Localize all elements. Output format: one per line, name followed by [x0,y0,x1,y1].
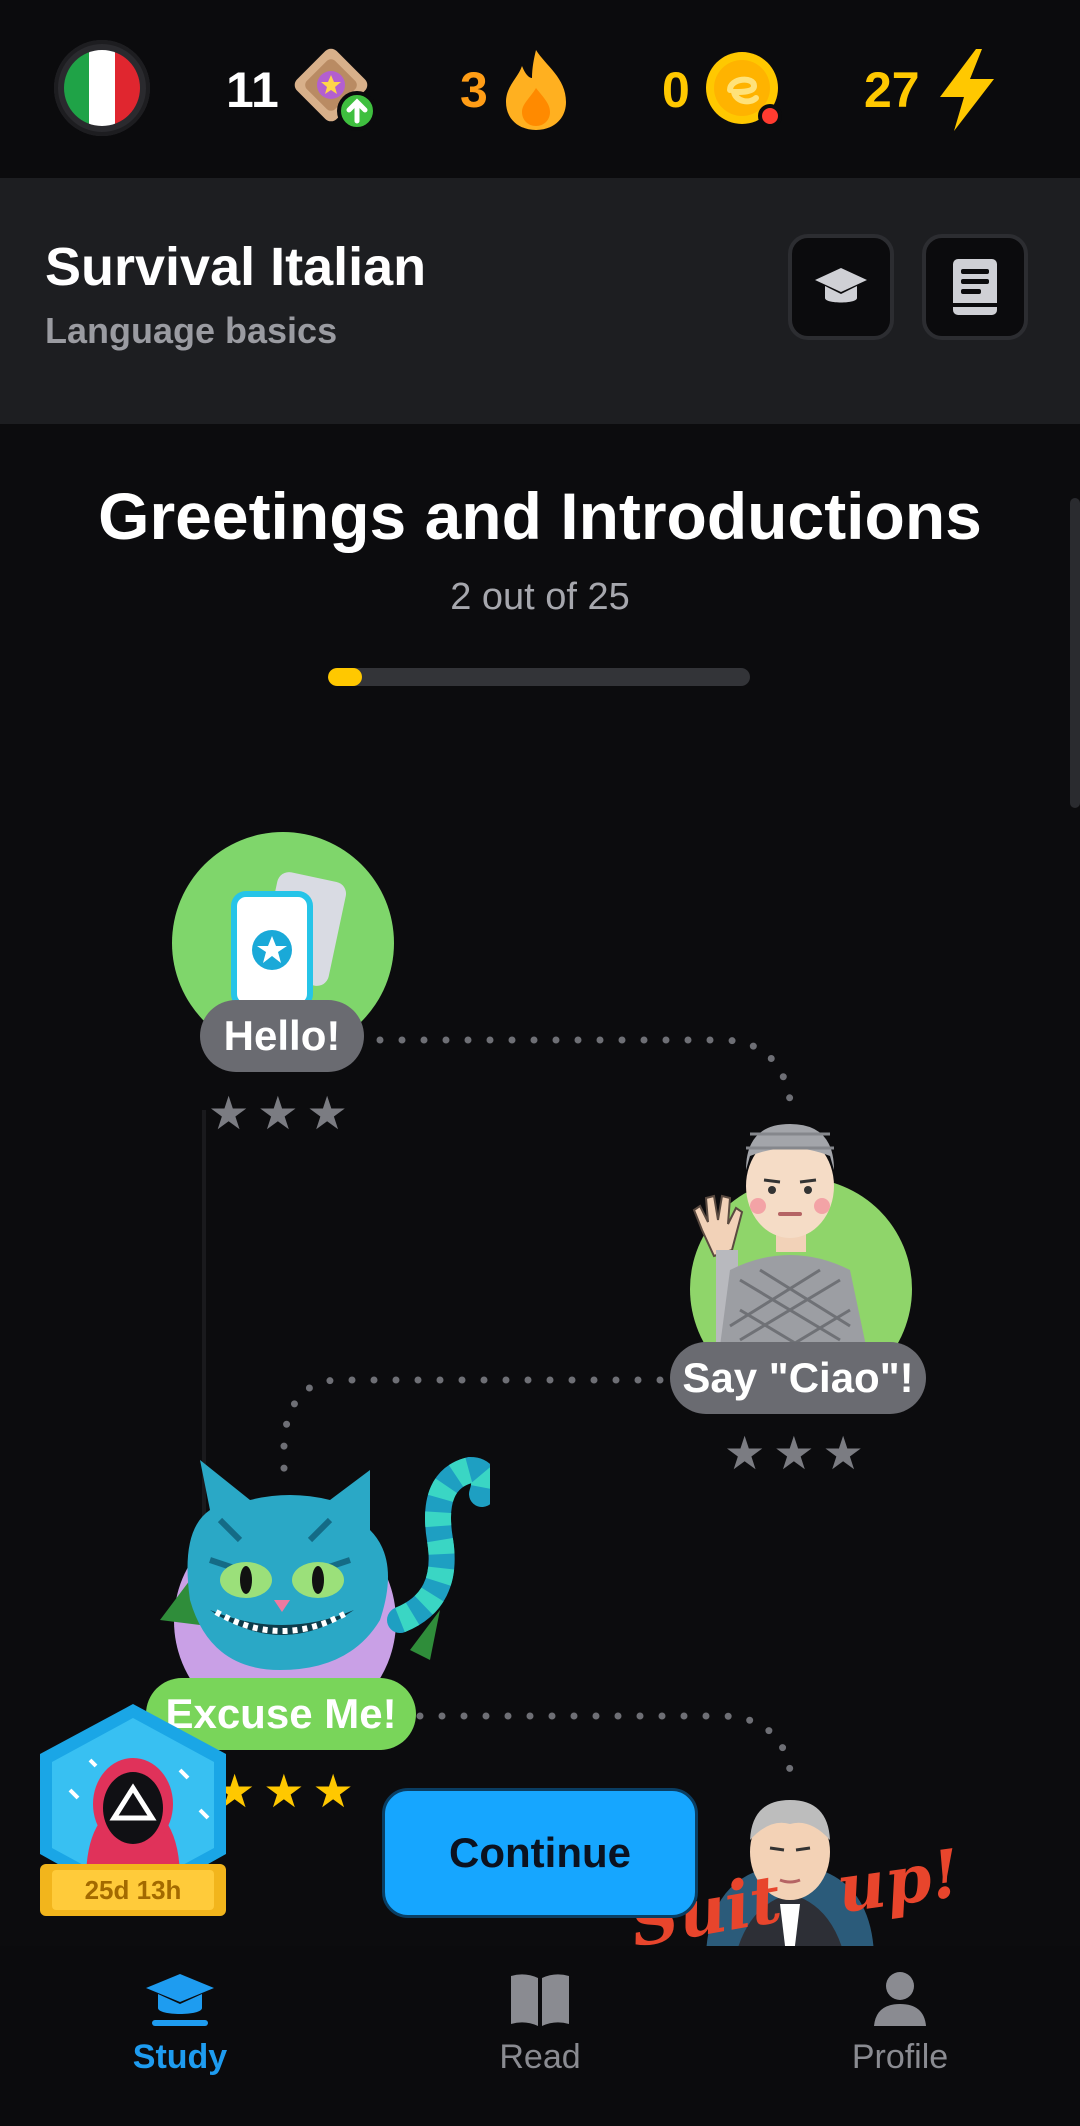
lesson-say-ciao-stars: ★ ★ ★ [724,1428,864,1478]
star-icon: ★ [312,1765,354,1817]
nav-profile-label: Profile [851,2038,949,2076]
event-timer: 25d 13h [84,1875,182,1905]
graduation-cap-icon [146,1974,214,2026]
star-icon: ★ [822,1427,864,1479]
waving-man-avatar [692,1124,866,1346]
star-icon: ★ [724,1427,766,1479]
continue-button[interactable]: Continue [382,1788,698,1918]
cheshire-cat-icon [160,1456,490,1670]
star-icon: ★ [257,1087,299,1139]
star-icon: ★ [263,1765,305,1817]
star-icon: ★ [208,1087,250,1139]
nav-profile[interactable]: Profile [780,1970,1020,2100]
flashcards-icon [231,872,347,1009]
nav-study[interactable]: Study [60,1970,300,2100]
nav-read-label: Read [499,2038,581,2076]
lesson-hello-stars: ★ ★ ★ [208,1088,348,1138]
nav-read[interactable]: Read [420,1970,660,2100]
star-icon: ★ [306,1087,348,1139]
star-icon: ★ [773,1427,815,1479]
person-icon [874,1972,926,2026]
open-book-icon [511,1974,569,2026]
nav-study-label: Study [132,2038,228,2076]
lesson-say-ciao-label[interactable]: Say "Ciao"! [670,1342,926,1414]
lesson-hello-label[interactable]: Hello! [200,1000,364,1072]
